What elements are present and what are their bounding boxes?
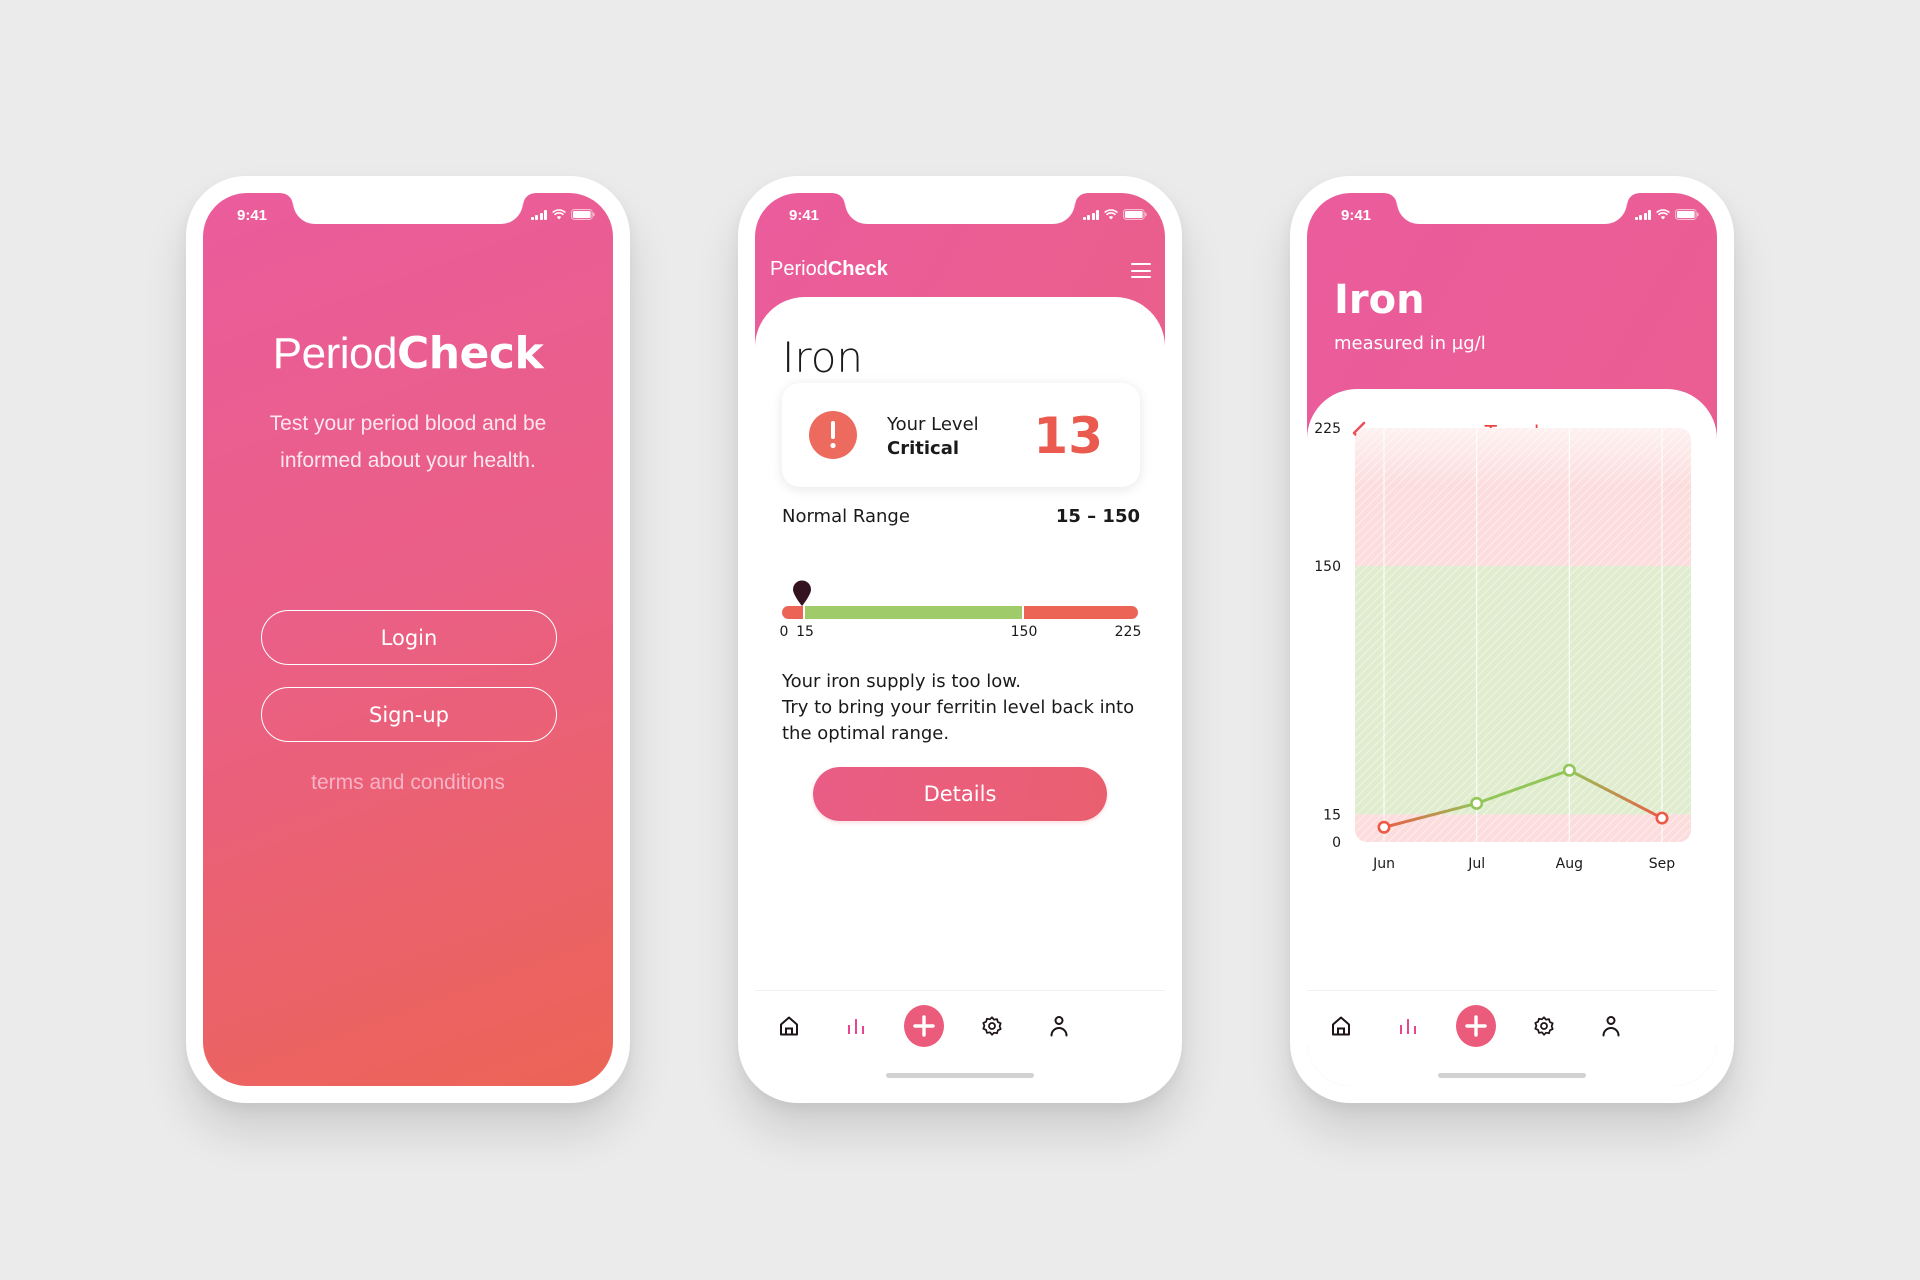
level-status: Critical (887, 438, 960, 459)
hamburger-menu-icon[interactable] (1131, 263, 1151, 278)
scale-segment-high (1024, 606, 1138, 619)
bar-chart-icon (848, 1019, 864, 1034)
app-logo: PeriodCheck (203, 328, 613, 379)
device-notch (833, 193, 1087, 224)
tagline-line-1: Test your period blood and be (269, 412, 547, 435)
header-brand: PeriodCheck (770, 258, 888, 281)
test-title: Iron (782, 333, 864, 382)
y-tick-label: 225 (1314, 421, 1341, 437)
level-scale: 0 15 150 225 (779, 578, 1141, 640)
signal-icon (1082, 209, 1099, 220)
add-button[interactable] (904, 1005, 944, 1047)
nav-stats[interactable] (1388, 1006, 1428, 1046)
status-time: 9:41 (237, 207, 268, 224)
normal-range-value: 15 – 150 (1055, 506, 1140, 527)
scale-segment-normal (805, 606, 1022, 619)
scale-tick-label: 150 (1010, 624, 1038, 640)
data-point (1377, 820, 1391, 834)
home-indicator[interactable] (1438, 1073, 1586, 1078)
status-time: 9:41 (789, 207, 820, 224)
normal-range-row: Normal Range 15 – 150 (782, 506, 1140, 527)
phone-result: 9:41 PeriodCheck Iron measured in µg/l S… (738, 176, 1182, 1103)
add-button[interactable] (1456, 1005, 1496, 1047)
level-value: 13 (1033, 407, 1103, 465)
x-tick-label: Jul (1467, 856, 1485, 872)
nav-add[interactable] (904, 1005, 944, 1047)
signal-icon (530, 209, 547, 220)
bottom-nav (755, 990, 1165, 1086)
level-card: Your Level Critical 13 (782, 383, 1140, 487)
home-indicator[interactable] (886, 1073, 1034, 1078)
settings-gear-icon (982, 1016, 1002, 1036)
phone-trend: 9:41 Iron measured in µg/l Trend 0151502… (1290, 176, 1734, 1103)
nav-profile[interactable] (1591, 1006, 1631, 1046)
home-icon (1332, 1016, 1350, 1036)
nav-settings[interactable] (1524, 1006, 1564, 1046)
data-point (1470, 796, 1484, 810)
user-profile-icon (1050, 1016, 1068, 1037)
scale-tick-label: 15 (796, 624, 814, 640)
bottom-nav (1307, 990, 1717, 1086)
y-tick-label: 15 (1323, 807, 1341, 823)
wifi-icon (552, 209, 566, 220)
details-button[interactable]: Details (813, 767, 1107, 821)
nav-profile[interactable] (1039, 1006, 1079, 1046)
data-point (1655, 811, 1669, 825)
result-screen: 9:41 PeriodCheck Iron measured in µg/l S… (755, 193, 1165, 1086)
status-icons (530, 209, 596, 220)
nav-home[interactable] (1321, 1006, 1361, 1046)
battery-icon (1123, 209, 1147, 220)
plus-icon (1465, 1015, 1487, 1037)
x-tick-label: Jun (1372, 856, 1395, 872)
battery-icon (571, 209, 595, 220)
login-button[interactable]: Login (261, 610, 557, 665)
welcome-screen: 9:41 PeriodCheck Test your period blood … (203, 193, 613, 1086)
signup-button[interactable]: Sign-up (261, 687, 557, 742)
tagline: Test your period blood and be informed a… (233, 405, 583, 479)
nav-stats[interactable] (836, 1006, 876, 1046)
bar-chart-icon (1400, 1019, 1416, 1034)
normal-range-label: Normal Range (782, 506, 910, 527)
brand-light: Period (770, 258, 828, 280)
x-tick-label: Aug (1556, 856, 1583, 872)
plus-icon (913, 1015, 935, 1037)
settings-gear-icon (1534, 1016, 1554, 1036)
result-description: Your iron supply is too low. Try to brin… (782, 669, 1142, 747)
status-icons (1082, 209, 1148, 220)
brand-bold: Check (396, 328, 544, 379)
home-icon (780, 1016, 798, 1036)
phone-welcome: 9:41 PeriodCheck Test your period blood … (186, 176, 630, 1103)
terms-link[interactable]: terms and conditions (203, 771, 613, 795)
scale-tick-label: 225 (1114, 624, 1142, 640)
band-fade (1355, 428, 1691, 488)
tagline-line-2: informed about your health. (280, 449, 536, 472)
scale-tick-label: 0 (779, 624, 789, 640)
trend-screen: 9:41 Iron measured in µg/l Trend 0151502… (1307, 193, 1717, 1086)
y-tick-label: 150 (1314, 559, 1341, 575)
description-line-1: Your iron supply is too low. (782, 671, 1022, 692)
nav-add[interactable] (1456, 1005, 1496, 1047)
y-tick-label: 0 (1332, 835, 1341, 851)
trend-chart: 0 15 150 225 Jun Jul Aug Sep (1314, 421, 1691, 872)
description-line-2: Try to bring your ferritin level back in… (782, 697, 1135, 718)
nav-home[interactable] (769, 1006, 809, 1046)
description-line-3: the optimal range. (782, 723, 950, 744)
data-point (1562, 763, 1576, 777)
level-label: Your Level (887, 414, 979, 435)
x-tick-label: Sep (1649, 856, 1676, 872)
exclamation-circle-icon (809, 411, 857, 459)
user-profile-icon (1602, 1016, 1620, 1037)
brand-bold: Check (827, 258, 888, 280)
level-marker-pin-icon (792, 580, 811, 606)
nav-settings[interactable] (972, 1006, 1012, 1046)
brand-light: Period (272, 329, 398, 378)
scale-segment-low (782, 606, 803, 619)
wifi-icon (1104, 209, 1118, 220)
device-notch (281, 193, 535, 224)
band-hatch (1355, 428, 1691, 842)
